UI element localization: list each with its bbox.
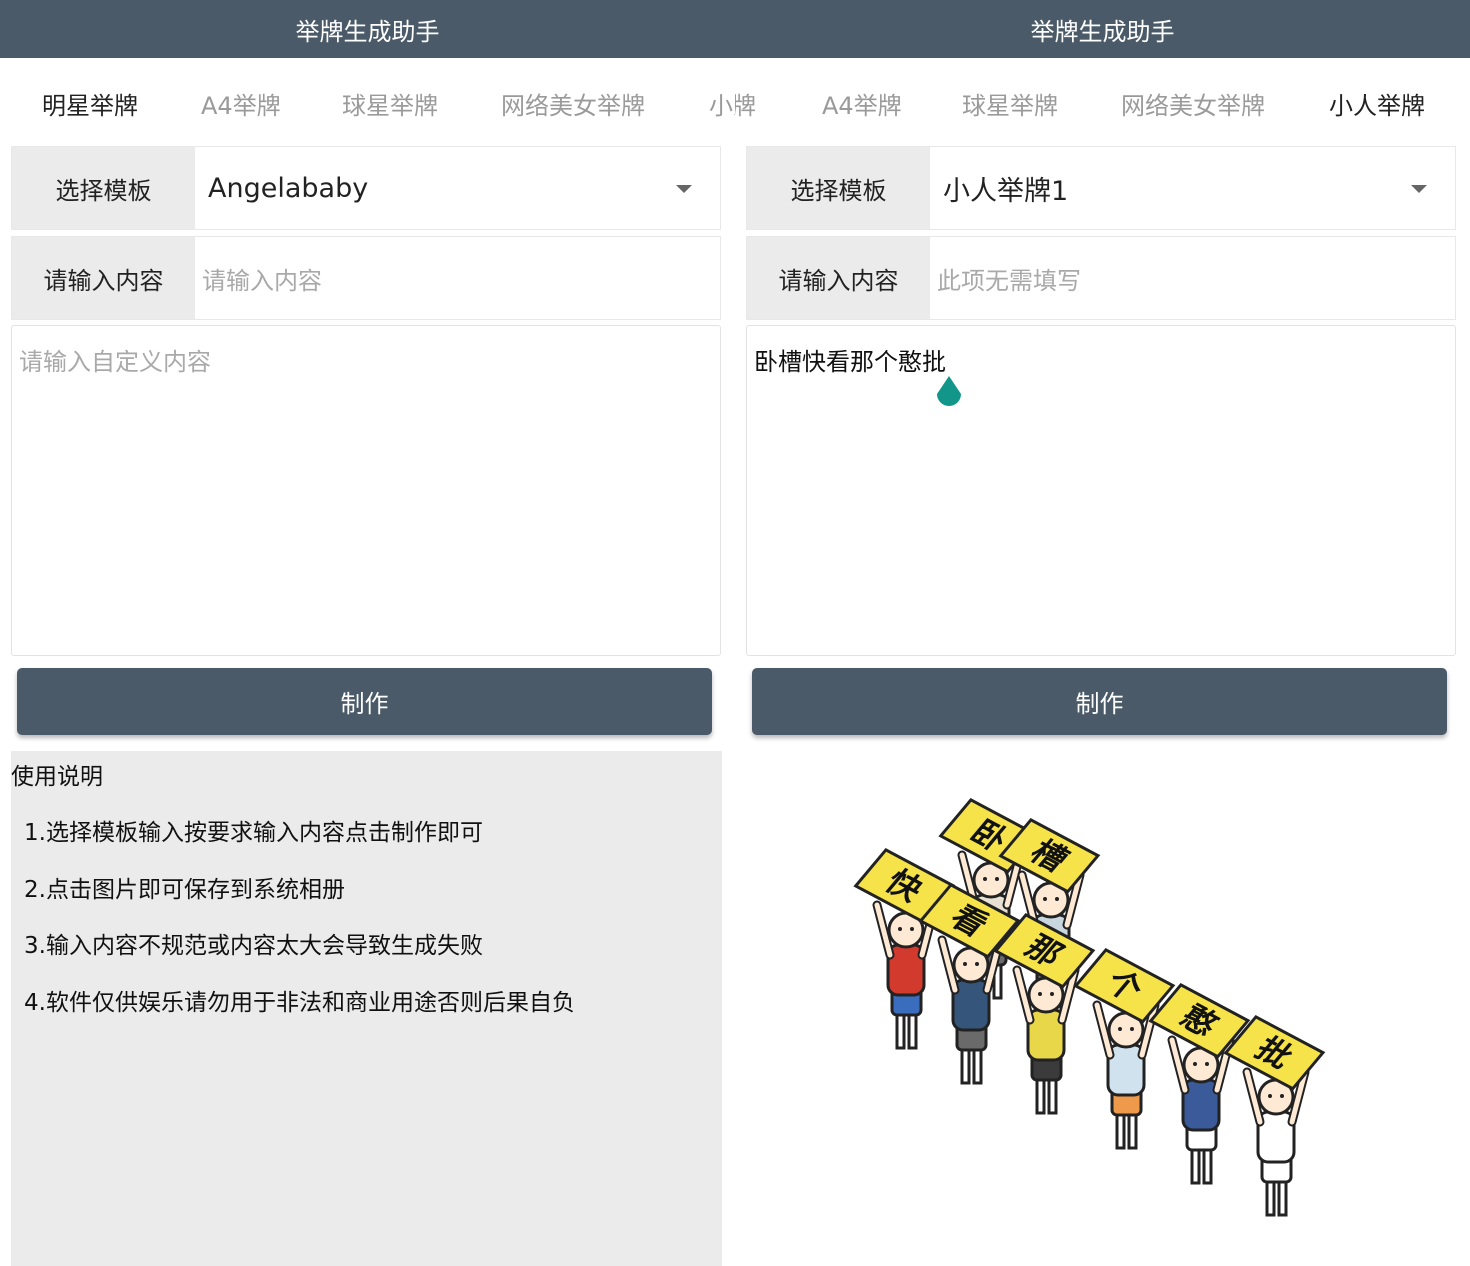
tab-star-sign[interactable]: 明星举牌 [735,86,756,121]
instructions-title: 使用说明 [11,764,103,790]
template-label: 选择模板 [12,147,195,229]
sign-person: 憨 [1148,983,1251,1185]
instruction-item: 3.输入内容不规范或内容太大会导致生成失败 [24,933,483,959]
content-input[interactable]: 此项无需填写 [937,237,1081,319]
tab-star-sign[interactable]: 明星举牌 [42,86,138,121]
tab-bar: 明星举牌 A4举牌 球星举牌 网络美女举牌 小人举牌 [735,60,1470,146]
content-label: 请输入内容 [12,237,195,319]
sign-person: 看 [918,883,1021,1085]
make-button[interactable]: 制作 [752,668,1447,735]
tab-little-people-sign[interactable]: 小人举牌 [709,86,735,121]
instructions-panel: 使用说明 1.选择模板输入按要求输入内容点击制作即可 2.点击图片即可保存到系统… [11,751,722,1266]
custom-content-textarea[interactable]: 卧槽快看那个憨批 [746,325,1456,656]
app-bar: 举牌生成助手 [735,0,1470,58]
sign-person: 那 [993,913,1096,1115]
text-cursor-handle-icon[interactable] [934,374,964,412]
tab-little-people-sign[interactable]: 小人举牌 [1329,86,1425,121]
dropdown-arrow-icon[interactable] [676,185,692,193]
tab-athlete-sign[interactable]: 球星举牌 [962,86,1058,121]
custom-content-textarea[interactable]: 请输入自定义内容 [11,325,721,656]
custom-content-placeholder: 请输入自定义内容 [19,348,211,376]
make-button[interactable]: 制作 [17,668,712,735]
content-label: 请输入内容 [747,237,930,319]
left-screen: 举牌生成助手 明星举牌 A4举牌 球星举牌 网络美女举牌 小人举牌 选择模板 A… [0,0,735,1266]
content-row: 请输入内容 请输入内容 [11,236,721,320]
app-bar: 举牌生成助手 [0,0,735,58]
sign-person: 批 [1223,1015,1326,1217]
tab-a4-sign[interactable]: A4举牌 [201,86,281,121]
tab-internet-beauty-sign[interactable]: 网络美女举牌 [1121,86,1265,121]
generated-sign-image[interactable]: 卧槽快看那个憨批 [835,790,1355,1220]
custom-content-value: 卧槽快看那个憨批 [754,348,946,376]
content-row: 请输入内容 此项无需填写 [746,236,1456,320]
template-row: 选择模板 Angelababy [11,146,721,230]
sign-person: 快 [853,848,956,1050]
dropdown-arrow-icon[interactable] [1411,185,1427,193]
instruction-item: 2.点击图片即可保存到系统相册 [24,877,345,903]
tab-bar: 明星举牌 A4举牌 球星举牌 网络美女举牌 小人举牌 [0,60,735,146]
template-row: 选择模板 小人举牌1 [746,146,1456,230]
app-title: 举牌生成助手 [295,17,440,46]
right-screen: 举牌生成助手 明星举牌 A4举牌 球星举牌 网络美女举牌 小人举牌 选择模板 小… [735,0,1470,1266]
tab-athlete-sign[interactable]: 球星举牌 [342,86,438,121]
instruction-item: 4.软件仅供娱乐请勿用于非法和商业用途否则后果自负 [24,990,575,1016]
app-title: 举牌生成助手 [1030,17,1175,46]
template-select[interactable]: Angelababy [208,147,368,229]
template-select[interactable]: 小人举牌1 [943,147,1068,229]
tab-internet-beauty-sign[interactable]: 网络美女举牌 [501,86,645,121]
sign-figures: 卧槽快看那个憨批 [853,798,1326,1217]
sign-person: 个 [1073,948,1176,1150]
content-input[interactable]: 请输入内容 [202,237,322,319]
instruction-item: 1.选择模板输入按要求输入内容点击制作即可 [24,820,483,846]
tab-a4-sign[interactable]: A4举牌 [822,86,902,121]
template-label: 选择模板 [747,147,930,229]
